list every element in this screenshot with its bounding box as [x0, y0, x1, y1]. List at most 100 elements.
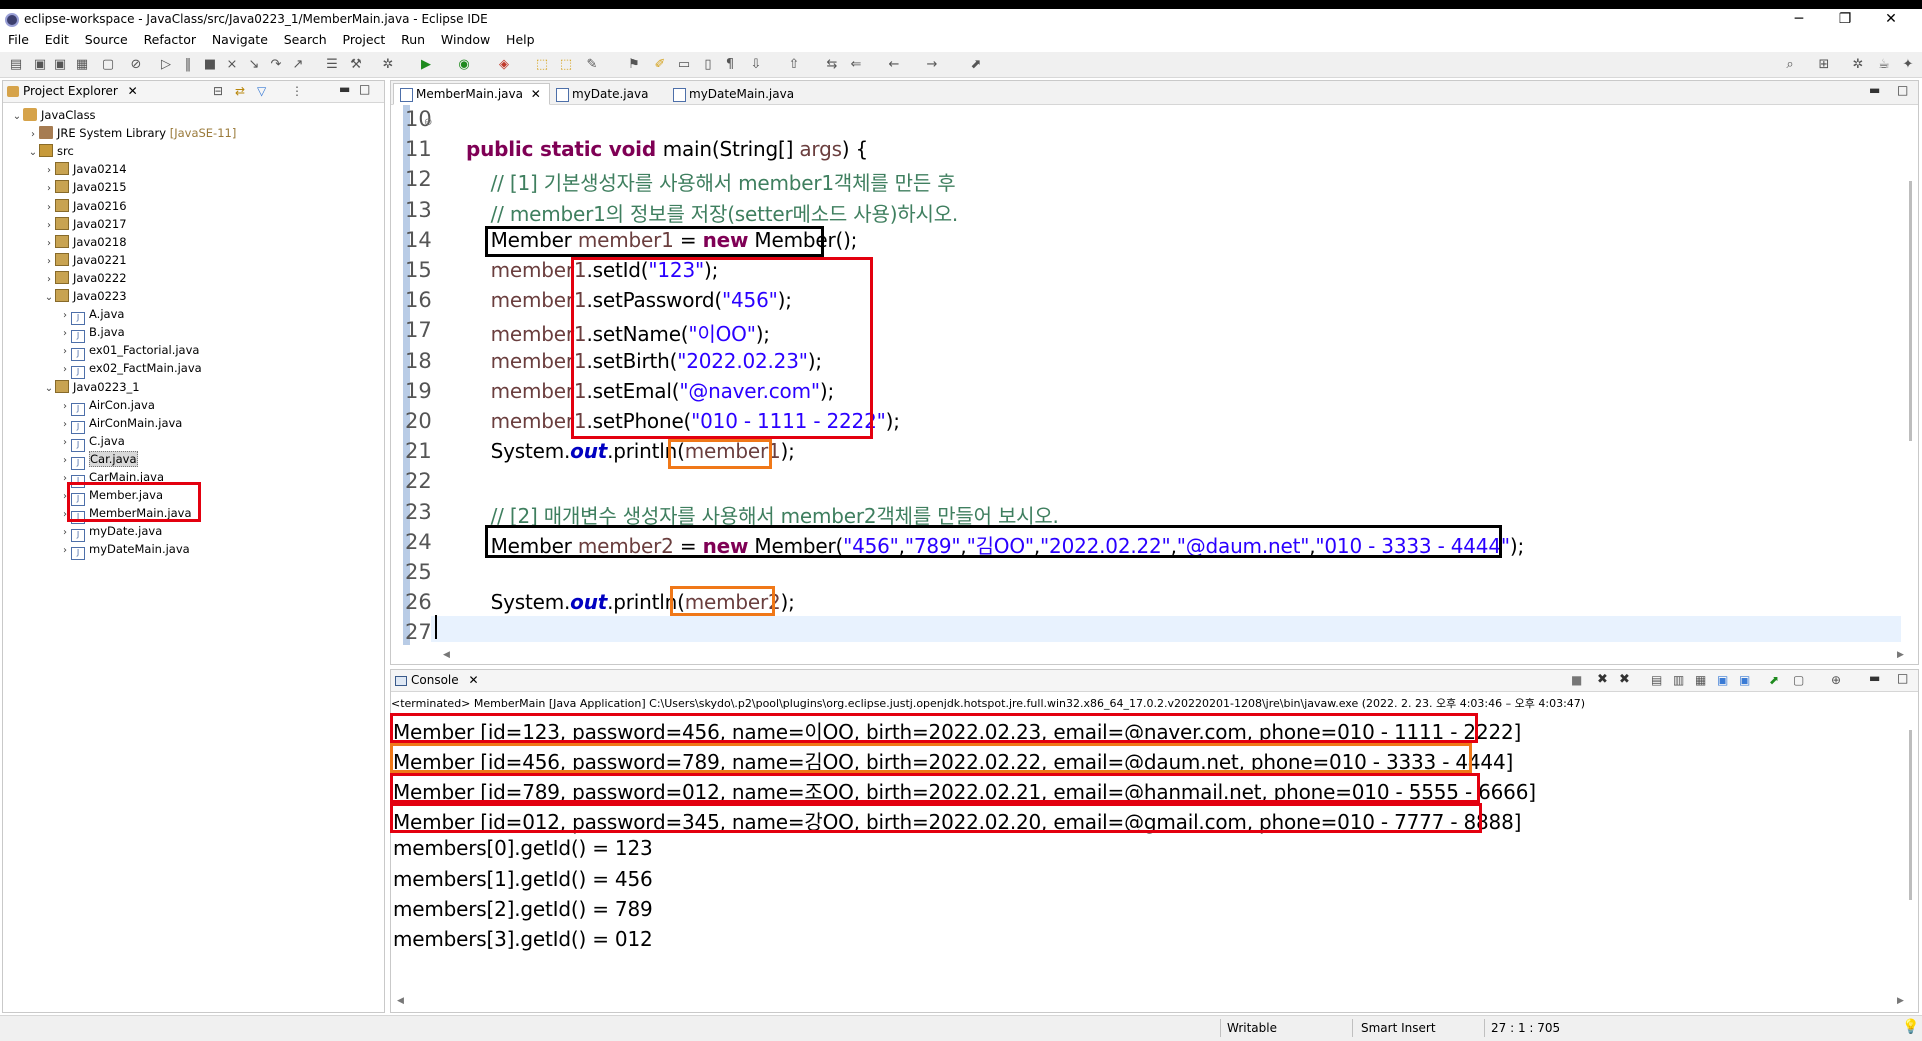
view-menu-icon[interactable]: ⋮: [291, 84, 303, 98]
tree-item-aircon-java[interactable]: › J AirCon.java: [59, 396, 155, 416]
maximize-panel-icon[interactable]: □: [359, 82, 370, 96]
coverage-icon[interactable]: ◉: [456, 57, 472, 73]
fold-icon[interactable]: ⊖: [424, 117, 432, 128]
resume-icon[interactable]: ▷: [158, 57, 174, 73]
step-into-icon[interactable]: ↘: [246, 57, 262, 73]
tree-item-java0215[interactable]: › Java0215: [43, 178, 127, 196]
tree-item-java0218[interactable]: › Java0218: [43, 233, 127, 251]
pin-editor-icon[interactable]: ⬈: [968, 57, 984, 73]
tree-item-javaclass[interactable]: ⌄ JavaClass: [11, 106, 96, 124]
step-return-icon[interactable]: ↗: [290, 57, 306, 73]
tree-item-java0222[interactable]: › Java0222: [43, 269, 127, 287]
minimize-panel-icon[interactable]: ▬: [339, 82, 350, 96]
console-vertical-scrollbar[interactable]: [1909, 730, 1912, 900]
tree-item-mydate-java[interactable]: › JmyDate.java: [59, 522, 162, 543]
tree-item-c-java[interactable]: › J C.java: [59, 432, 125, 452]
menu-run[interactable]: Run: [395, 30, 431, 50]
menu-search[interactable]: Search: [278, 30, 333, 50]
new-java-project-icon[interactable]: ⬚: [534, 57, 550, 73]
tree-item-mydatemain-java[interactable]: › JmyDateMain.java: [59, 540, 190, 561]
maximize-button[interactable]: ❐: [1822, 9, 1868, 30]
tree-item-java0217[interactable]: › Java0217: [43, 215, 127, 233]
scroll-right-icon[interactable]: ▶: [1897, 996, 1904, 1006]
suspend-icon[interactable]: ‖: [180, 57, 196, 73]
terminal-icon[interactable]: ▢: [100, 57, 116, 73]
next-annotation-icon[interactable]: ⇩: [748, 57, 764, 73]
scroll-left-icon[interactable]: ◀: [443, 650, 450, 660]
tree-item-b-java[interactable]: › J B.java: [59, 323, 125, 344]
maximize-panel-icon[interactable]: □: [1897, 83, 1908, 97]
menu-help[interactable]: Help: [500, 30, 541, 50]
search-icon[interactable]: ⌕: [1782, 57, 1798, 73]
search-tool-icon[interactable]: ✎: [584, 57, 600, 73]
chevron-down-icon[interactable]: ⌄: [11, 108, 23, 126]
tree-item-jre-system-library[interactable]: › JRE System Library [JavaSE-11]: [27, 124, 236, 142]
tree-item-car-java[interactable]: › J Car.java: [59, 450, 138, 470]
new-icon[interactable]: ▤: [8, 57, 24, 73]
build-icon[interactable]: ⚒: [348, 57, 364, 73]
close-icon[interactable]: ✕: [128, 84, 138, 98]
menu-edit[interactable]: Edit: [39, 30, 75, 50]
scroll-left-icon[interactable]: ◀: [397, 996, 404, 1006]
menu-refactor[interactable]: Refactor: [138, 30, 202, 50]
close-button[interactable]: ✕: [1868, 9, 1914, 30]
annotation-icon[interactable]: ⚑: [626, 57, 642, 73]
menu-window[interactable]: Window: [435, 30, 496, 50]
tree-item-java0223-1[interactable]: ⌄ Java0223_1: [43, 378, 140, 396]
chevron-down-icon[interactable]: ⌄: [43, 380, 55, 398]
link-editor-icon[interactable]: ⇄: [235, 84, 245, 98]
toggle-mark-icon[interactable]: ▭: [676, 57, 692, 73]
tree-item-ex02-factmain-java[interactable]: › Jex02_FactMain.java: [59, 359, 202, 380]
open-type-icon[interactable]: ⬚: [558, 57, 574, 73]
tab-membermain[interactable]: MemberMain.java ✕: [393, 83, 550, 105]
editor-vertical-scrollbar[interactable]: [1909, 181, 1912, 441]
menu-project[interactable]: Project: [337, 30, 392, 50]
project-explorer-tab[interactable]: Project Explorer ✕: [7, 84, 138, 98]
external-tools-icon[interactable]: ◈: [496, 57, 512, 73]
close-icon[interactable]: ✕: [531, 87, 541, 101]
tree-item-src[interactable]: ⌄ src: [27, 142, 74, 160]
prev-annotation-icon[interactable]: ⇧: [786, 57, 802, 73]
minimize-panel-icon[interactable]: ▬: [1869, 83, 1880, 97]
skip-breakpoints-icon[interactable]: ⊘: [128, 57, 144, 73]
debug-icon[interactable]: ✲: [380, 57, 396, 73]
tab-mydate[interactable]: myDate.java: [549, 83, 657, 105]
java-perspective-icon[interactable]: ☕: [1876, 57, 1892, 73]
open-task-icon[interactable]: ☰: [324, 57, 340, 73]
forward-nav-icon[interactable]: →: [924, 57, 940, 73]
highlight-icon[interactable]: ✐: [652, 57, 668, 73]
tree-item-java0223[interactable]: ⌄ Java0223: [43, 287, 127, 305]
save-all-icon[interactable]: ▣: [52, 57, 68, 73]
save-icon[interactable]: ▣: [32, 57, 48, 73]
java-ee-perspective-icon[interactable]: ✦: [1900, 57, 1916, 73]
collapse-all-icon[interactable]: ⊟: [213, 84, 223, 98]
step-over-icon[interactable]: ↷: [268, 57, 284, 73]
last-edit-icon[interactable]: ⇆: [824, 57, 840, 73]
tab-mydatemain[interactable]: myDateMain.java: [666, 83, 803, 105]
tree-item-java0214[interactable]: › Java0214: [43, 160, 127, 178]
run-icon[interactable]: ▶: [418, 57, 434, 73]
disconnect-icon[interactable]: ⨯: [224, 57, 240, 73]
show-whitespace-icon[interactable]: ¶: [722, 57, 738, 73]
minimize-button[interactable]: ─: [1776, 9, 1822, 30]
tree-item-java0221[interactable]: › Java0221: [43, 251, 127, 269]
chevron-down-icon[interactable]: ⌄: [27, 144, 39, 162]
chevron-down-icon[interactable]: ⌄: [43, 289, 55, 307]
filter-icon[interactable]: ▽: [257, 84, 266, 98]
terminate-icon[interactable]: ■: [202, 57, 218, 73]
tip-icon[interactable]: 💡: [1902, 1019, 1919, 1035]
tree-item-java0216[interactable]: › Java0216: [43, 197, 127, 215]
back-nav-icon[interactable]: ←: [886, 57, 902, 73]
menu-source[interactable]: Source: [79, 30, 134, 50]
block-selection-icon[interactable]: ▯: [700, 57, 716, 73]
scroll-right-icon[interactable]: ▶: [1897, 650, 1904, 660]
print-icon[interactable]: ▦: [74, 57, 90, 73]
back-icon[interactable]: ⇐: [848, 57, 864, 73]
tree-item-a-java[interactable]: › J A.java: [59, 305, 124, 326]
open-perspective-icon[interactable]: ⊞: [1816, 57, 1832, 73]
tree-item-ex01-factorial-java[interactable]: › Jex01_Factorial.java: [59, 341, 199, 362]
menu-navigate[interactable]: Navigate: [206, 30, 274, 50]
debug-perspective-icon[interactable]: ✲: [1850, 57, 1866, 73]
menu-file[interactable]: File: [0, 30, 35, 50]
tree-item-airconmain-java[interactable]: › J AirConMain.java: [59, 414, 182, 434]
